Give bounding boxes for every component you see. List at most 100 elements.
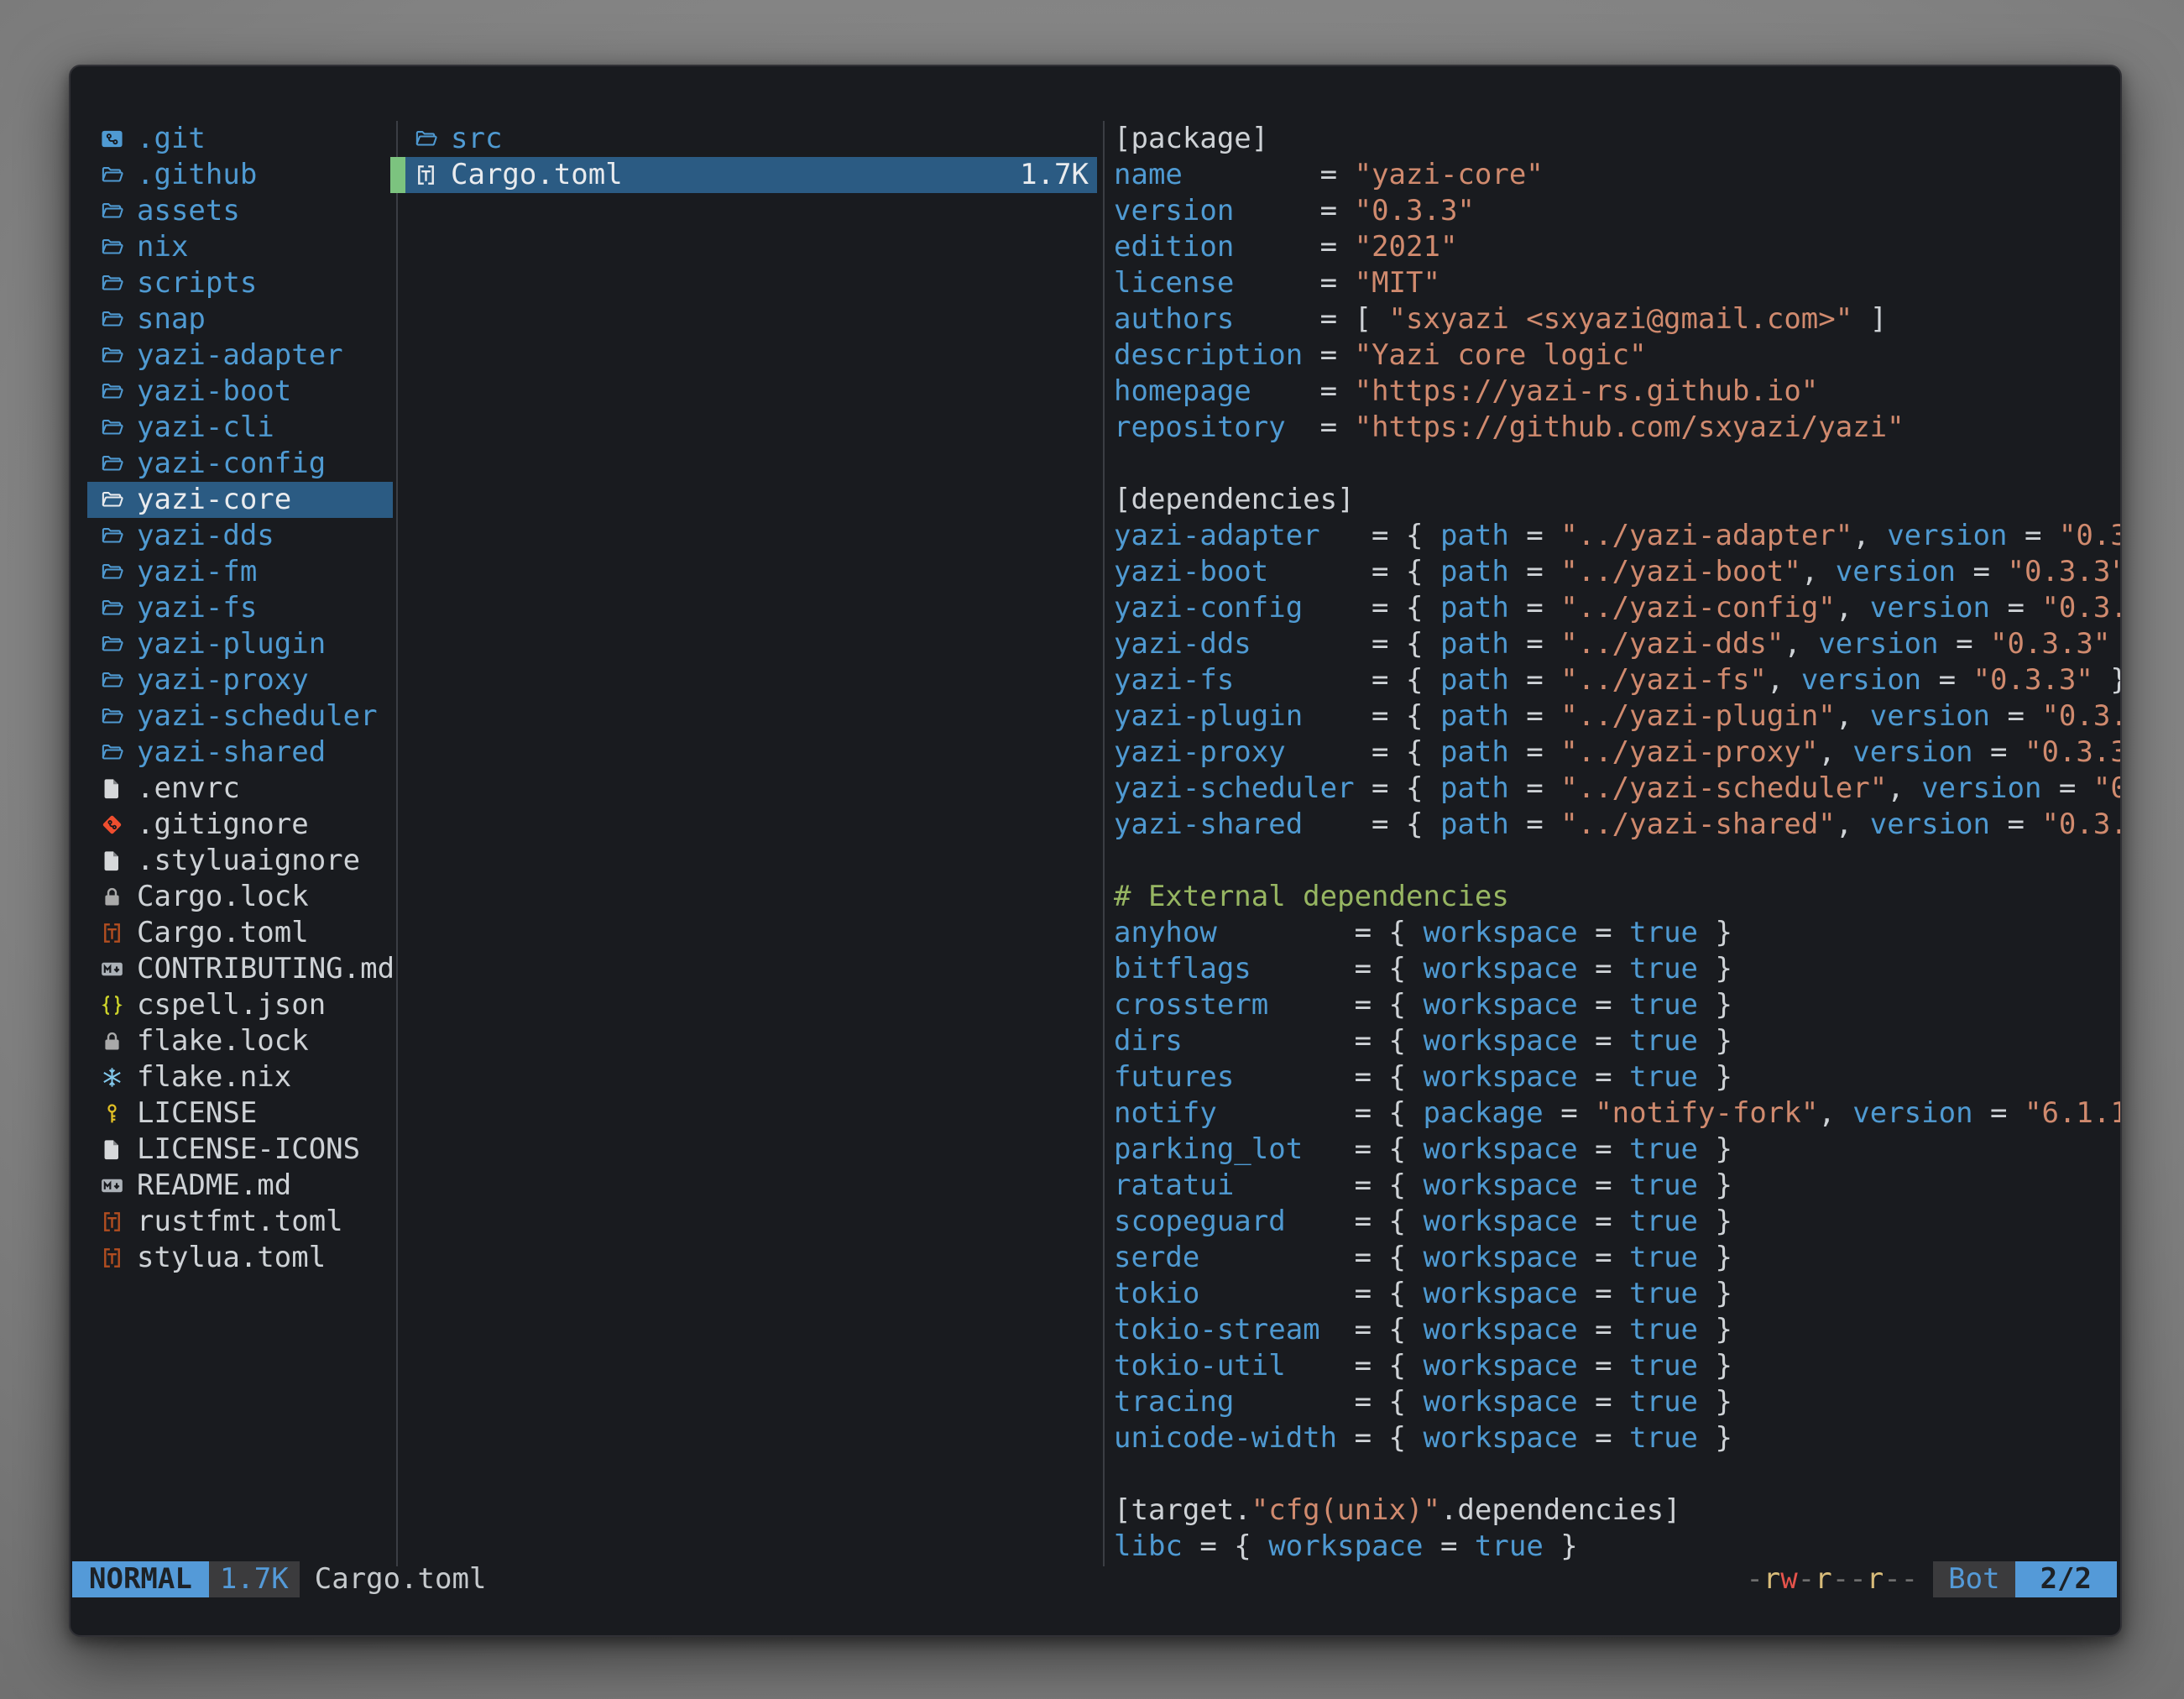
parent-file-row[interactable]: yazi-adapter — [87, 337, 393, 374]
parent-file-row[interactable]: yazi-proxy — [87, 662, 393, 698]
folder-open-icon — [100, 410, 128, 446]
preview-line: parking_lot = { workspace = true } — [1114, 1132, 2120, 1168]
preview-line: libc = { workspace = true } — [1114, 1529, 2120, 1565]
preview-line: crossterm = { workspace = true } — [1114, 987, 2120, 1023]
preview-line: yazi-plugin = { path = "../yazi-plugin",… — [1114, 698, 2120, 734]
file-name: flake.nix — [137, 1059, 291, 1095]
file-name: yazi-config — [137, 446, 326, 482]
preview-line: version = "0.3.3" — [1114, 193, 2120, 229]
parent-file-row[interactable]: .git — [87, 121, 393, 157]
parent-file-row[interactable]: snap — [87, 301, 393, 337]
parent-file-row[interactable]: yazi-fm — [87, 554, 393, 590]
parent-file-row[interactable]: yazi-config — [87, 446, 393, 482]
markdown-icon — [100, 951, 128, 987]
preview-line: repository = "https://github.com/sxyazi/… — [1114, 410, 2120, 446]
current-file-row[interactable]: src — [405, 121, 1097, 157]
preview-line: tokio-util = { workspace = true } — [1114, 1348, 2120, 1384]
cursor-position-badge: 2/2 — [2015, 1561, 2117, 1597]
folder-open-icon — [100, 265, 128, 301]
parent-file-row[interactable]: cspell.json — [87, 987, 393, 1023]
preview-line: description = "Yazi core logic" — [1114, 337, 2120, 374]
parent-file-row[interactable]: Cargo.lock — [87, 879, 393, 915]
parent-file-row[interactable]: .styluaignore — [87, 843, 393, 879]
file-size: 1.7K — [1020, 157, 1089, 193]
parent-file-row[interactable]: Cargo.toml — [87, 915, 393, 951]
parent-pane: .git .github assets nix scripts snap yaz… — [87, 121, 393, 1276]
parent-file-row[interactable]: yazi-dds — [87, 518, 393, 554]
lock-icon — [100, 1023, 128, 1059]
folder-open-icon — [100, 590, 128, 626]
parent-file-row[interactable]: stylua.toml — [87, 1240, 393, 1276]
markdown-icon — [100, 1168, 128, 1204]
file-name: CONTRIBUTING.md — [137, 951, 394, 987]
file-name: .envrc — [137, 771, 240, 807]
preview-line: yazi-adapter = { path = "../yazi-adapter… — [1114, 518, 2120, 554]
preview-line: bitflags = { workspace = true } — [1114, 951, 2120, 987]
parent-file-row[interactable]: flake.lock — [87, 1023, 393, 1059]
status-bar: NORMAL 1.7K Cargo.toml -rw-r--r-- Bot 2/… — [72, 1561, 2117, 1597]
folder-open-icon — [100, 337, 128, 374]
pane-separator-left — [396, 121, 398, 1566]
preview-line: unicode-width = { workspace = true } — [1114, 1420, 2120, 1456]
preview-line: # External dependencies — [1114, 879, 2120, 915]
file-name: .git — [137, 121, 206, 157]
parent-file-row[interactable]: assets — [87, 193, 393, 229]
folder-open-icon — [100, 229, 128, 265]
preview-line: serde = { workspace = true } — [1114, 1240, 2120, 1276]
folder-open-icon — [100, 554, 128, 590]
pane-separator-right — [1103, 121, 1105, 1566]
preview-pane: [package]name = "yazi-core"version = "0.… — [1114, 121, 2120, 1566]
parent-file-row[interactable]: LICENSE — [87, 1095, 393, 1132]
file-name: assets — [137, 193, 240, 229]
yazi-terminal-window: .git .github assets nix scripts snap yaz… — [69, 65, 2122, 1637]
parent-file-row[interactable]: yazi-core — [87, 482, 393, 518]
preview-line: yazi-proxy = { path = "../yazi-proxy", v… — [1114, 734, 2120, 771]
preview-line — [1114, 1456, 2120, 1493]
preview-line: tokio-stream = { workspace = true } — [1114, 1312, 2120, 1348]
parent-file-row[interactable]: yazi-fs — [87, 590, 393, 626]
folder-open-icon — [100, 193, 128, 229]
parent-file-row[interactable]: .gitignore — [87, 807, 393, 843]
parent-file-row[interactable]: rustfmt.toml — [87, 1204, 393, 1240]
parent-file-row[interactable]: yazi-shared — [87, 734, 393, 771]
folder-open-icon — [100, 446, 128, 482]
file-name: scripts — [137, 265, 257, 301]
parent-file-row[interactable]: .envrc — [87, 771, 393, 807]
file-name: README.md — [137, 1168, 291, 1204]
folder-open-icon — [414, 121, 442, 157]
preview-line: ratatui = { workspace = true } — [1114, 1168, 2120, 1204]
file-name: yazi-fs — [137, 590, 257, 626]
preview-line: yazi-config = { path = "../yazi-config",… — [1114, 590, 2120, 626]
preview-line: edition = "2021" — [1114, 229, 2120, 265]
file-name: yazi-core — [137, 482, 291, 518]
parent-file-row[interactable]: yazi-boot — [87, 374, 393, 410]
parent-file-row[interactable]: .github — [87, 157, 393, 193]
parent-file-row[interactable]: yazi-cli — [87, 410, 393, 446]
file-icon — [100, 771, 128, 807]
preview-line: yazi-shared = { path = "../yazi-shared",… — [1114, 807, 2120, 843]
parent-file-row[interactable]: flake.nix — [87, 1059, 393, 1095]
snowflake-icon — [100, 1059, 128, 1095]
folder-open-icon — [100, 482, 128, 518]
preview-line — [1114, 446, 2120, 482]
parent-file-row[interactable]: CONTRIBUTING.md — [87, 951, 393, 987]
current-file-row[interactable]: Cargo.toml 1.7K — [405, 157, 1097, 193]
preview-line: dirs = { workspace = true } — [1114, 1023, 2120, 1059]
parent-file-row[interactable]: scripts — [87, 265, 393, 301]
folder-open-icon — [100, 374, 128, 410]
parent-file-row[interactable]: yazi-scheduler — [87, 698, 393, 734]
file-name: .github — [137, 157, 257, 193]
file-icon — [100, 1132, 128, 1168]
preview-line: tracing = { workspace = true } — [1114, 1384, 2120, 1420]
file-name: cspell.json — [137, 987, 326, 1023]
parent-file-row[interactable]: yazi-plugin — [87, 626, 393, 662]
file-icon — [100, 843, 128, 879]
parent-file-row[interactable]: nix — [87, 229, 393, 265]
folder-open-icon — [100, 157, 128, 193]
preview-line: yazi-boot = { path = "../yazi-boot", ver… — [1114, 554, 2120, 590]
permissions-label: -rw-r--r-- — [1746, 1561, 1918, 1597]
preview-line: license = "MIT" — [1114, 265, 2120, 301]
parent-file-row[interactable]: LICENSE-ICONS — [87, 1132, 393, 1168]
scroll-position-badge: Bot — [1933, 1561, 2014, 1597]
parent-file-row[interactable]: README.md — [87, 1168, 393, 1204]
